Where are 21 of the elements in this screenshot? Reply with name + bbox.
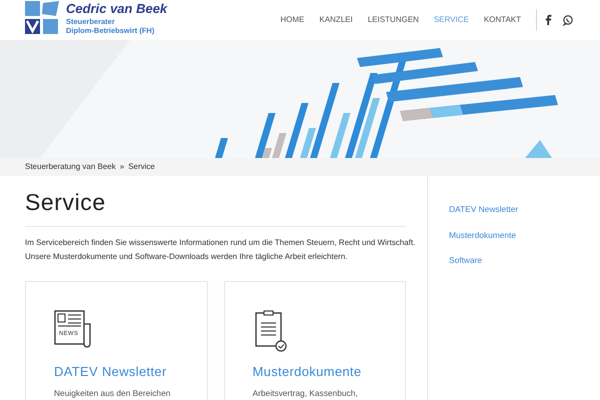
card-title-link[interactable]: Musterdokumente	[252, 364, 362, 380]
logo-name: Cedric van Beek	[66, 2, 168, 14]
logo-icon	[25, 1, 61, 35]
sidebar-link[interactable]: Musterdokumente	[449, 228, 600, 242]
whatsapp-icon[interactable]	[562, 14, 574, 26]
nav-link[interactable]: KONTAKT	[484, 14, 521, 26]
nav-link[interactable]: HOME	[280, 14, 304, 26]
card-text: Arbeitsvertrag, Kassenbuch,	[252, 388, 358, 398]
card-title-link[interactable]: DATEV Newsletter	[54, 364, 167, 380]
nav-link[interactable]: SERVICE	[434, 14, 469, 26]
sidebar-link[interactable]: Software	[449, 254, 600, 267]
sidebar-link[interactable]: DATEV Newsletter	[449, 203, 600, 216]
nav-link[interactable]: KANZLEI	[319, 14, 353, 26]
breadcrumb-current: Service	[128, 161, 155, 173]
page-title: Service	[25, 188, 107, 216]
card-text: Neuigkeiten aus den Bereichen	[54, 388, 170, 398]
chevron-icon: »	[120, 161, 124, 173]
intro-text: Im Servicebereich finden Sie wissenswerte Informationen rund um die Themen Steuern, Recht und Wirtschaft.	[25, 237, 416, 249]
breadcrumb-link[interactable]: Steuerberatung van Beek	[25, 161, 116, 173]
nav-link[interactable]: LEISTUNGEN	[368, 14, 419, 26]
intro-text: Unsere Musterdokumente und Software-Downloads werden Ihre tägliche Arbeit erleichtern.	[25, 251, 348, 263]
